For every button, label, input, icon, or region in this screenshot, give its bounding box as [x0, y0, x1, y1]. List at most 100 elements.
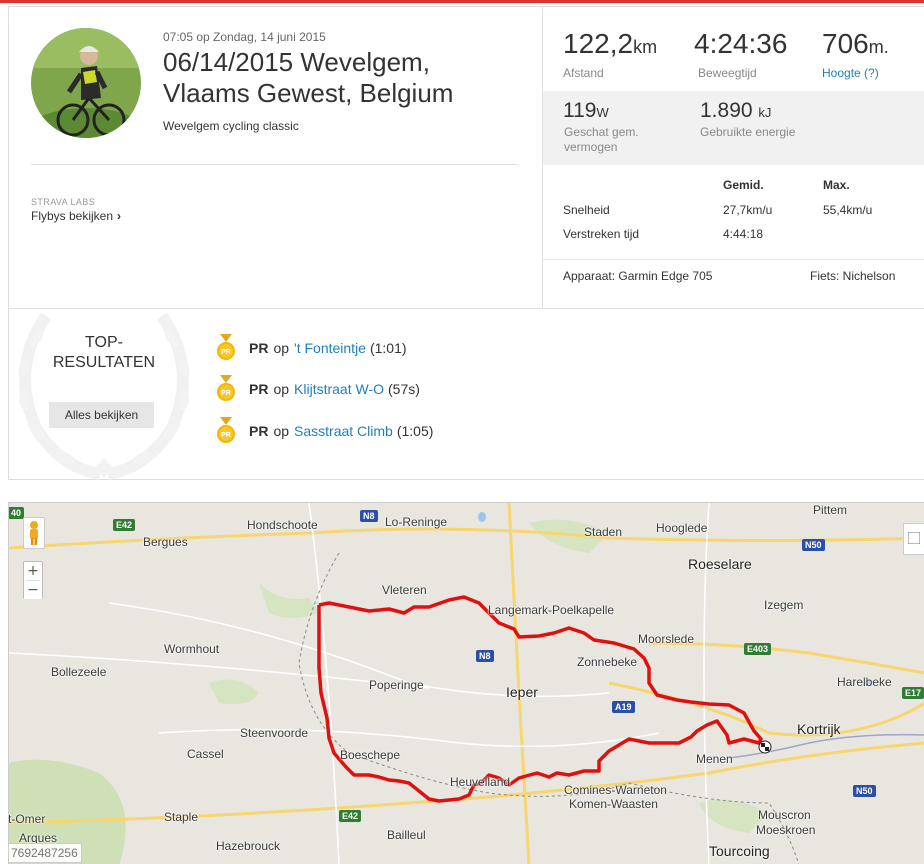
stat-elevation: 706m.: [822, 28, 889, 63]
road-shield: N8: [360, 510, 378, 522]
stat-power-value: 119: [563, 99, 597, 122]
table-header-avg: Gemid.: [723, 178, 764, 192]
town-label: Izegem: [764, 598, 804, 612]
top-results-title-line2: RESULTATEN: [52, 354, 156, 371]
road-shield: N50: [802, 539, 825, 551]
town-label: Bailleul: [387, 828, 426, 842]
device-divider: [543, 259, 924, 260]
pr-item: PR PR op Sasstraat Climb (1:05): [216, 416, 433, 446]
finish-flag-icon: [758, 740, 772, 754]
top-accent-bar: [0, 0, 924, 3]
town-label: Ieper: [506, 684, 538, 700]
table-row-label: Snelheid: [563, 203, 610, 217]
zoom-in-button[interactable]: +: [24, 562, 42, 580]
town-label: Moeskroen: [756, 823, 816, 837]
map-type-button[interactable]: [903, 523, 924, 555]
device-info: Apparaat: Garmin Edge 705: [563, 269, 713, 283]
activity-title: 06/14/2015 Wevelgem, Vlaams Gewest, Belg…: [163, 47, 523, 109]
header-divider: [31, 164, 518, 165]
map-type-icon: [907, 531, 921, 545]
pr-op: op: [273, 423, 290, 439]
town-label: Roeselare: [688, 556, 752, 572]
segment-link[interactable]: 't Fonteintje: [294, 340, 366, 356]
town-label: Bergues: [143, 535, 188, 549]
stat-power-label: Geschat gem. vermogen: [564, 125, 639, 155]
town-label: Bollezeele: [51, 665, 107, 679]
town-label: Heuvelland: [450, 775, 511, 789]
pr-op: op: [273, 340, 290, 356]
town-label: Tourcoing: [709, 843, 770, 859]
flyby-label: Flybys bekijken: [31, 209, 114, 223]
road-shield: N50: [853, 785, 876, 797]
road-shield: E403: [744, 643, 772, 655]
town-label: Mouscron: [758, 808, 811, 822]
town-label: Moorslede: [638, 632, 695, 646]
town-label: Lo-Reninge: [385, 515, 448, 529]
pr-label: PR: [249, 423, 269, 439]
stat-moving-time-label: Beweegtijd: [698, 66, 757, 80]
view-all-button[interactable]: Alles bekijken: [49, 402, 154, 428]
town-label: Menen: [696, 752, 733, 766]
chevron-right-icon: ›: [117, 209, 122, 223]
road-shield: E42: [113, 519, 136, 531]
top-results-title: TOP- RESULTATEN: [30, 333, 178, 373]
street-view-pegman-icon[interactable]: [23, 517, 45, 549]
stat-power-unit: W: [596, 105, 609, 120]
town-label: Kortrijk: [797, 721, 841, 737]
stat-distance-value: 122,2: [563, 28, 634, 59]
zoom-control: + −: [23, 561, 43, 599]
table-row-label: Verstreken tijd: [563, 227, 640, 241]
road-shield: A19: [612, 701, 635, 713]
elevation-help-link[interactable]: Hoogte (?): [822, 66, 879, 80]
stat-elevation-unit: m.: [868, 37, 889, 57]
town-label: Wormhout: [164, 642, 220, 656]
town-label: Langemark-Poelkapelle: [488, 603, 615, 617]
table-cell-elapsed-avg: 4:44:18: [723, 227, 764, 241]
stat-power: 119W: [563, 99, 609, 123]
table-header-max: Max.: [823, 178, 850, 192]
stat-distance: 122,2km: [563, 28, 657, 63]
stat-energy-label: Gebruikte energie: [700, 125, 796, 139]
pr-item: PR PR op 't Fonteintje (1:01): [216, 333, 407, 363]
pr-medal-text: PR: [221, 390, 231, 397]
town-label: Hooglede: [656, 521, 708, 535]
stat-moving-time: 4:24:36: [694, 28, 787, 60]
table-cell-speed-max: 55,4km/u: [823, 203, 873, 217]
stat-power-label-line2: vermogen: [564, 140, 618, 154]
town-label: Cassel: [187, 747, 224, 761]
road-shield: E42: [339, 810, 362, 822]
segment-time: (1:01): [369, 340, 407, 356]
zoom-out-button[interactable]: −: [24, 581, 42, 599]
town-label: Staple: [164, 810, 199, 824]
town-label: Staden: [584, 525, 623, 539]
town-label: Vleteren: [382, 583, 427, 597]
stat-distance-label: Afstand: [563, 66, 604, 80]
stat-moving-time-value: 4:24:36: [694, 28, 788, 59]
road-shield: 40: [9, 507, 25, 519]
town-label: Pittem: [813, 503, 848, 517]
activity-datetime: 07:05 op Zondag, 14 juni 2015: [163, 30, 326, 44]
town-label: t-Omer: [8, 812, 46, 826]
segment-link[interactable]: Klijtstraat W-O: [294, 381, 384, 397]
pr-medal-icon: PR: [217, 417, 235, 443]
road-shield: E17: [902, 687, 924, 699]
pr-label: PR: [249, 381, 269, 397]
pr-op: op: [273, 381, 290, 397]
stat-energy-unit: kJ: [758, 105, 772, 120]
activity-title-line2: Vlaams Gewest, Belgium: [163, 78, 454, 108]
segment-time: (1:05): [396, 423, 434, 439]
stat-power-label-line1: Geschat gem.: [564, 125, 639, 139]
segment-time: (57s): [388, 381, 420, 397]
town-label: Hazebrouck: [216, 839, 281, 853]
route-map[interactable]: Hondschoote Lo-Reninge Staden Hooglede P…: [8, 502, 924, 864]
pr-medal-icon: PR: [217, 375, 235, 401]
pr-medal-text: PR: [221, 349, 231, 356]
bike-info: Fiets: Nichelson: [810, 269, 896, 283]
town-label: Komen-Waasten: [569, 797, 658, 811]
activity-description: Wevelgem cycling classic: [163, 119, 299, 133]
segment-link[interactable]: Sasstraat Climb: [294, 423, 393, 439]
flyby-link[interactable]: Flybys bekijken ›: [31, 209, 121, 223]
athlete-avatar[interactable]: [31, 28, 141, 138]
strava-labs-tag: STRAVA LABS: [31, 197, 96, 207]
pr-medal-icon: PR: [217, 334, 235, 360]
